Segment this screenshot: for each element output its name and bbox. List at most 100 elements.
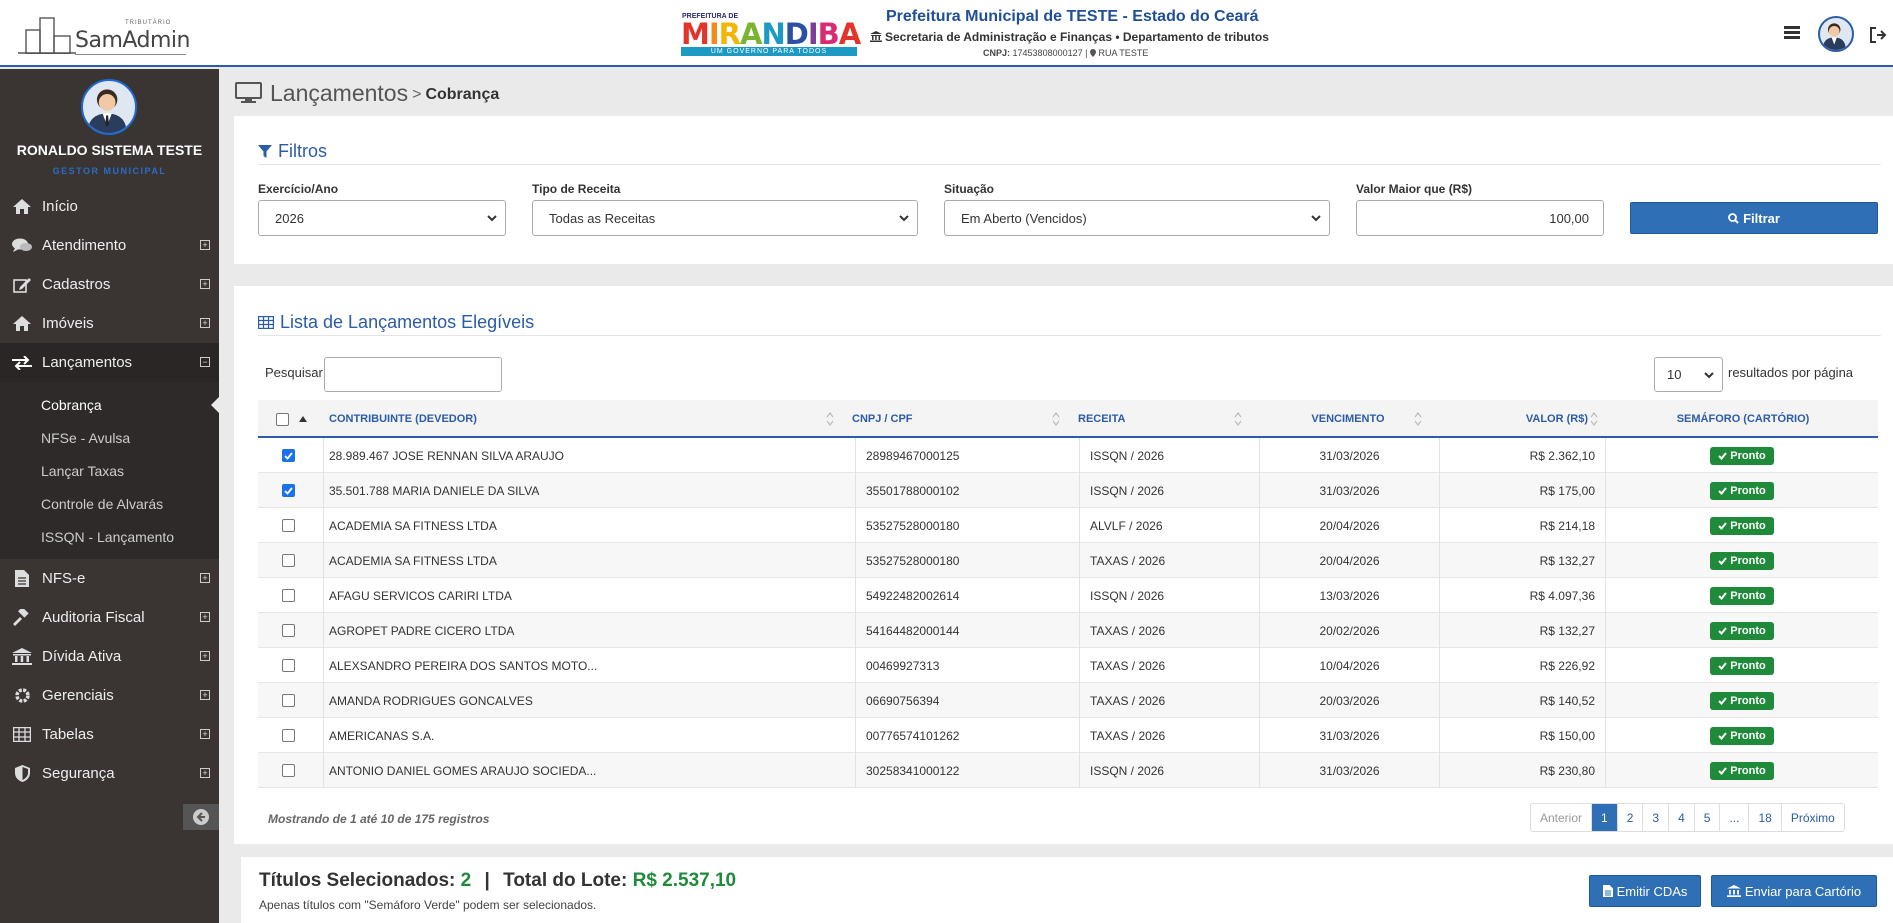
check-icon [284, 451, 293, 460]
row-checkbox[interactable] [282, 764, 295, 777]
cnpj-cpf-cell: 06690756394 [856, 683, 1080, 718]
sidebar-item-nfse[interactable]: NFS-e + [0, 559, 219, 598]
cnpj-cpf-cell: 28989467000125 [856, 438, 1080, 473]
column-receita[interactable]: RECEITA [1078, 400, 1228, 438]
semaforo-cell: Pronto [1606, 718, 1878, 753]
row-checkbox[interactable] [282, 449, 295, 462]
status-badge: Pronto [1710, 691, 1774, 710]
receita-cell: ALVLF / 2026 [1080, 508, 1260, 543]
situacao-select[interactable]: Em Aberto (Vencidos) [944, 200, 1330, 236]
sidebar-item-cadastros[interactable]: Cadastros + [0, 265, 219, 304]
sidebar-item-auditoria-fiscal[interactable]: Auditoria Fiscal + [0, 598, 219, 637]
table-row[interactable]: ALEXSANDRO PEREIRA DOS SANTOS MOTO... 00… [258, 648, 1878, 683]
row-checkbox[interactable] [282, 729, 295, 742]
pagination-page[interactable]: 5 [1695, 804, 1721, 831]
chat-icon [12, 238, 32, 254]
tipo-receita-select[interactable]: Todas as Receitas [532, 200, 918, 236]
expand-icon: + [200, 279, 210, 289]
sidebar-subitem-nfse-avulsa[interactable]: NFSe - Avulsa [0, 421, 219, 454]
brand-logo[interactable]: TRIBUTÁRIO SamAdmin [18, 12, 191, 56]
row-checkbox[interactable] [282, 589, 295, 602]
bank-icon [1726, 885, 1741, 897]
table-row[interactable]: AFAGU SERVICOS CARIRI LTDA 5492248200261… [258, 578, 1878, 613]
page-size-value: 10 [1667, 367, 1682, 382]
sidebar-subitem-lancar-taxas[interactable]: Lançar Taxas [0, 454, 219, 487]
sidebar-item-inicio[interactable]: Início [0, 187, 219, 226]
sort-icon[interactable] [1234, 412, 1242, 426]
row-checkbox[interactable] [282, 624, 295, 637]
row-select-cell [258, 683, 324, 718]
valor-input[interactable]: 100,00 [1356, 200, 1604, 236]
sidebar-item-gerenciais[interactable]: Gerenciais + [0, 676, 219, 715]
sidebar-item-lancamentos[interactable]: Lançamentos − [0, 343, 219, 382]
sort-icon[interactable] [1052, 412, 1060, 426]
sidebar-item-label: Início [42, 198, 78, 215]
page-size-select[interactable]: 10 [1654, 357, 1723, 392]
sort-icon[interactable] [1590, 412, 1598, 426]
valor-label: Valor Maior que (R$) [1356, 182, 1473, 196]
row-checkbox[interactable] [282, 659, 295, 672]
sort-icon[interactable] [1414, 412, 1422, 426]
pagination-page: ... [1720, 804, 1750, 831]
sidebar-item-seguranca[interactable]: Segurança + [0, 754, 219, 793]
pagination-page[interactable]: 3 [1643, 804, 1670, 831]
status-badge: Pronto [1710, 656, 1774, 675]
enviar-cartorio-label: Enviar para Cartório [1744, 883, 1862, 899]
pagination-page[interactable]: 2 [1618, 804, 1644, 831]
sidebar-item-divida-ativa[interactable]: Dívida Ativa + [0, 637, 219, 676]
receita-cell: TAXAS / 2026 [1080, 543, 1260, 578]
sidebar-subitem-cobranca[interactable]: Cobrança [0, 388, 219, 421]
row-checkbox[interactable] [282, 484, 295, 497]
sort-icon[interactable] [826, 412, 834, 426]
breadcrumb-section[interactable]: Lançamentos [270, 80, 408, 107]
contribuinte-cell: 28.989.467 JOSE RENNAN SILVA ARAUJO [324, 438, 856, 473]
row-checkbox[interactable] [282, 694, 295, 707]
pagination-previous[interactable]: Anterior [1531, 804, 1593, 831]
table-row[interactable]: ANTONIO DANIEL GOMES ARAUJO SOCIEDA... 3… [258, 753, 1878, 788]
sidebar-subitem-controle-alvaras[interactable]: Controle de Alvarás [0, 487, 219, 520]
pagination-page[interactable]: 1 [1592, 804, 1618, 831]
column-cnpj-cpf[interactable]: CNPJ / CPF [852, 400, 1052, 438]
table-row[interactable]: AGROPET PADRE CICERO LTDA 54164482000144… [258, 613, 1878, 648]
enviar-cartorio-button[interactable]: Enviar para Cartório [1711, 875, 1877, 907]
logout-icon[interactable] [1870, 27, 1888, 43]
row-checkbox[interactable] [282, 554, 295, 567]
home-icon [12, 316, 32, 332]
bank-icon [870, 31, 882, 42]
sidebar-item-imoveis[interactable]: Imóveis + [0, 304, 219, 343]
select-all-checkbox[interactable] [275, 412, 289, 426]
table-row[interactable]: ACADEMIA SA FITNESS LTDA 53527528000180 … [258, 508, 1878, 543]
sidebar-subitem-issqn-lancamento[interactable]: ISSQN - Lançamento [0, 520, 219, 553]
semaforo-cell: Pronto [1606, 473, 1878, 508]
receita-cell: ISSQN / 2026 [1080, 473, 1260, 508]
check-icon [1718, 591, 1728, 600]
table-row[interactable]: 28.989.467 JOSE RENNAN SILVA ARAUJO 2898… [258, 438, 1878, 473]
pagination-page[interactable]: 18 [1749, 804, 1782, 831]
sidebar-item-atendimento[interactable]: Atendimento + [0, 226, 219, 265]
filtrar-button[interactable]: Filtrar [1630, 202, 1878, 234]
table-row[interactable]: ACADEMIA SA FITNESS LTDA 53527528000180 … [258, 543, 1878, 578]
menu-toggle-icon[interactable] [1784, 26, 1800, 40]
shield-icon [12, 765, 32, 782]
pagination-next[interactable]: Próximo [1782, 804, 1844, 831]
sidebar-collapse-button[interactable] [183, 804, 219, 830]
row-checkbox[interactable] [282, 519, 295, 532]
table-row[interactable]: 35.501.788 MARIA DANIELE DA SILVA 355017… [258, 473, 1878, 508]
expand-icon: + [200, 318, 210, 328]
sidebar-item-tabelas[interactable]: Tabelas + [0, 715, 219, 754]
user-avatar-icon [1822, 23, 1846, 50]
user-avatar[interactable] [1818, 16, 1854, 52]
cnpj-cpf-cell: 00776574101262 [856, 718, 1080, 753]
expand-icon: + [200, 690, 210, 700]
emitir-cdas-button[interactable]: Emitir CDAs [1589, 875, 1701, 907]
exercicio-select[interactable]: 2026 [258, 200, 506, 236]
search-icon [1728, 212, 1739, 224]
table-row[interactable]: AMERICANAS S.A. 00776574101262 TAXAS / 2… [258, 718, 1878, 753]
column-valor[interactable]: VALOR (R$) [1438, 400, 1588, 438]
pagination-page[interactable]: 4 [1669, 804, 1695, 831]
table-row[interactable]: AMANDA RODRIGUES GONCALVES 06690756394 T… [258, 683, 1878, 718]
column-contribuinte[interactable]: CONTRIBUINTE (DEVEDOR) [329, 400, 629, 438]
column-vencimento[interactable]: VENCIMENTO [1258, 400, 1438, 438]
search-input[interactable] [324, 357, 502, 392]
municipality-logo-name: MIRANDIBA [681, 17, 861, 51]
